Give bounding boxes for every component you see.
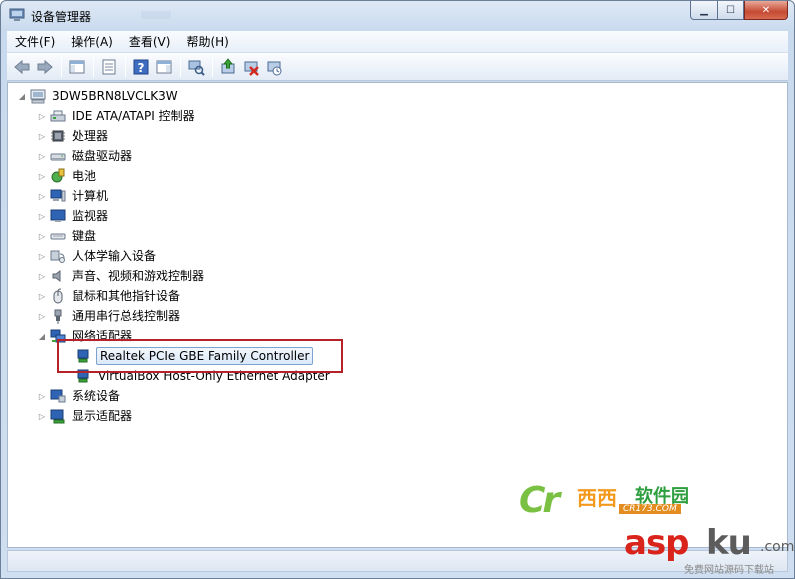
maximize-button[interactable]: ☐ <box>717 1 744 20</box>
tree-item-hid[interactable]: ▷ 人体学输入设备 <box>36 247 158 265</box>
tree-item-label: 监视器 <box>72 209 109 223</box>
tree-root-label: 3DW5BRN8LVCLK3W <box>52 89 178 103</box>
menu-bar: 文件(F) 操作(A) 查看(V) 帮助(H) <box>7 31 788 53</box>
toolbar-separator <box>93 56 94 77</box>
tree-item-label: 计算机 <box>72 189 109 203</box>
expand-arrow-icon[interactable]: ▷ <box>36 147 48 165</box>
display-adapter-icon <box>50 408 66 424</box>
tree-item-label: 处理器 <box>72 129 109 143</box>
menu-help[interactable]: 帮助(H) <box>178 32 236 52</box>
tree-item-label: 声音、视频和游戏控制器 <box>72 269 205 283</box>
minimize-button[interactable]: ▁ <box>690 1 717 20</box>
aspku-a: asp <box>624 523 690 563</box>
expand-arrow-icon[interactable]: ▷ <box>36 227 48 245</box>
system-device-icon <box>50 388 66 404</box>
tree-item-computer[interactable]: ▷ 计算机 <box>36 187 110 205</box>
aspku-dotcom: .com <box>760 539 795 555</box>
tree-item-sound[interactable]: ▷ 声音、视频和游戏控制器 <box>36 267 206 285</box>
cr173-watermark: Cr 西西 软件园 CR173.COM <box>519 480 715 521</box>
disk-drive-icon <box>50 148 66 164</box>
annotation-highlight-box <box>57 339 343 373</box>
aspku-watermark: asp ku .com 免费网站源码下载站 <box>624 523 795 576</box>
uninstall-icon[interactable] <box>240 56 262 78</box>
aspku-subtitle: 免费网站源码下载站 <box>684 565 774 576</box>
tree-item-label: 系统设备 <box>72 389 121 403</box>
tree-item-mouse[interactable]: ▷ 鼠标和其他指针设备 <box>36 287 182 305</box>
title-bar: 设备管理器 ▁ ☐ ✕ <box>1 1 794 31</box>
keyboard-icon <box>50 228 66 244</box>
expand-arrow-icon[interactable]: ▷ <box>36 187 48 205</box>
expand-arrow-icon[interactable]: ▷ <box>36 387 48 405</box>
ide-controller-icon <box>50 108 66 124</box>
cr173-domain: CR173.COM <box>619 504 681 514</box>
expand-arrow-icon[interactable]: ▷ <box>36 127 48 145</box>
tree-item-ide[interactable]: ▷ IDE ATA/ATAPI 控制器 <box>36 107 197 125</box>
tree-root[interactable]: ◢ 3DW5BRN8LVCLK3W <box>16 87 180 105</box>
cr173-logo: Cr <box>519 480 560 521</box>
expand-arrow-icon[interactable]: ▷ <box>36 247 48 265</box>
cr173-name-a: 西西 <box>577 486 617 510</box>
toolbar-separator <box>212 56 213 77</box>
tree-item-processor[interactable]: ▷ 处理器 <box>36 127 110 145</box>
sound-icon <box>50 268 66 284</box>
caption-buttons: ▁ ☐ ✕ <box>690 1 788 21</box>
tree-item-label: 电池 <box>72 169 97 183</box>
action-pane-icon[interactable] <box>153 56 175 78</box>
svg-text:?: ? <box>138 61 145 75</box>
expand-arrow-icon[interactable]: ▷ <box>36 167 48 185</box>
device-manager-app-icon <box>9 8 25 22</box>
mouse-icon <box>50 288 66 304</box>
menu-view[interactable]: 查看(V) <box>121 32 179 52</box>
menu-file[interactable]: 文件(F) <box>7 32 63 52</box>
close-button[interactable]: ✕ <box>744 1 788 20</box>
expand-arrow-icon[interactable]: ▷ <box>36 287 48 305</box>
tree-item-system-devices[interactable]: ▷ 系统设备 <box>36 387 122 405</box>
expand-arrow-icon[interactable]: ▷ <box>36 407 48 425</box>
hid-icon <box>50 248 66 264</box>
tree-item-label: 通用串行总线控制器 <box>72 309 181 323</box>
tree-item-label: 键盘 <box>72 229 97 243</box>
tree-item-keyboard[interactable]: ▷ 键盘 <box>36 227 98 245</box>
computer-root-icon <box>30 88 46 104</box>
collapse-arrow-icon[interactable]: ◢ <box>36 327 48 345</box>
disable-device-icon[interactable] <box>263 56 285 78</box>
tree-item-label: 显示适配器 <box>72 409 133 423</box>
toolbar-separator <box>61 56 62 77</box>
tree-item-usb[interactable]: ▷ 通用串行总线控制器 <box>36 307 182 325</box>
tree-item-label: 人体学输入设备 <box>72 249 157 263</box>
tree-item-label: 磁盘驱动器 <box>72 149 133 163</box>
device-tree-pane: ◢ 3DW5BRN8LVCLK3W ▷ IDE ATA/ATAPI 控制器 ▷ … <box>7 82 788 548</box>
back-arrow-icon[interactable] <box>11 56 33 78</box>
expand-arrow-icon[interactable]: ▷ <box>36 267 48 285</box>
update-driver-icon[interactable] <box>217 56 239 78</box>
expand-arrow-icon[interactable]: ▷ <box>36 107 48 125</box>
expand-arrow-icon[interactable]: ▷ <box>36 307 48 325</box>
forward-arrow-icon[interactable] <box>34 56 56 78</box>
toolbar: ? <box>7 53 788 81</box>
title-blur <box>141 11 171 19</box>
window-title: 设备管理器 <box>31 10 92 24</box>
collapse-arrow-icon[interactable]: ◢ <box>16 87 28 105</box>
tree-item-label: IDE ATA/ATAPI 控制器 <box>72 109 195 123</box>
toolbar-separator <box>180 56 181 77</box>
tree-item-disk[interactable]: ▷ 磁盘驱动器 <box>36 147 134 165</box>
scan-hardware-icon[interactable] <box>185 56 207 78</box>
computer-icon <box>50 188 66 204</box>
help-icon[interactable]: ? <box>130 56 152 78</box>
tree-item-battery[interactable]: ▷ 电池 <box>36 167 98 185</box>
show-hide-console-tree-icon[interactable] <box>66 56 88 78</box>
tree-item-monitor[interactable]: ▷ 监视器 <box>36 207 110 225</box>
usb-icon <box>50 308 66 324</box>
toolbar-separator <box>125 56 126 77</box>
monitor-icon <box>50 208 66 224</box>
battery-icon <box>50 168 66 184</box>
expand-arrow-icon[interactable]: ▷ <box>36 207 48 225</box>
processor-icon <box>50 128 66 144</box>
properties-icon[interactable] <box>98 56 120 78</box>
aspku-ku: ku <box>706 523 752 563</box>
tree-item-display-adapter[interactable]: ▷ 显示适配器 <box>36 407 134 425</box>
menu-action[interactable]: 操作(A) <box>63 32 121 52</box>
tree-item-label: 鼠标和其他指针设备 <box>72 289 181 303</box>
